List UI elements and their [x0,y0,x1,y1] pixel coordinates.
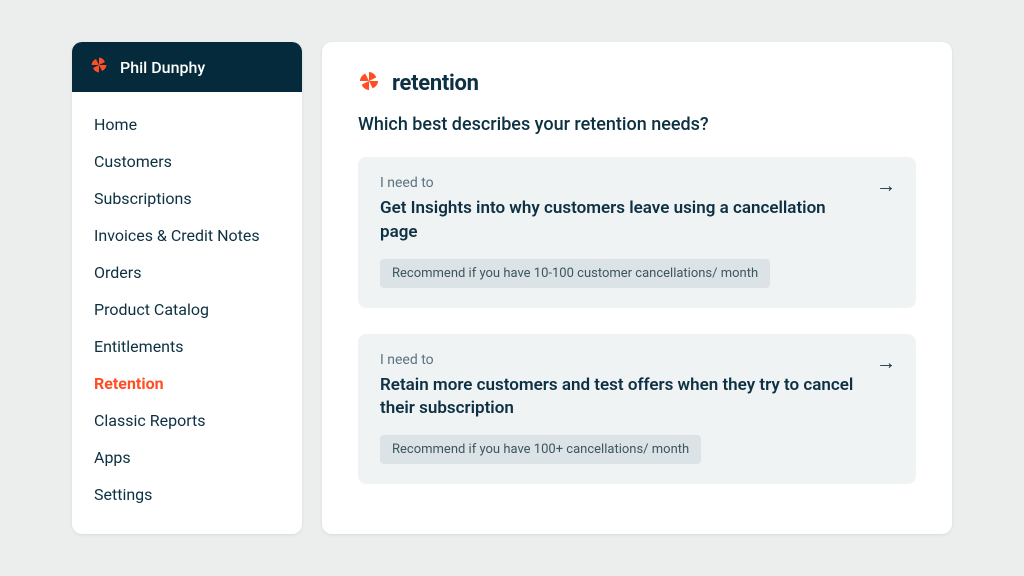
arrow-right-icon: → [876,350,896,375]
card-eyebrow: I need to [380,352,894,368]
sidebar-item-entitlements[interactable]: Entitlements [72,328,302,365]
page-title-row: retention [358,70,916,96]
sidebar-item-customers[interactable]: Customers [72,143,302,180]
sidebar-item-settings[interactable]: Settings [72,476,302,513]
brand-pinwheel-icon [90,56,108,78]
card-title: Get Insights into why customers leave us… [380,197,894,245]
card-recommend-chip: Recommend if you have 10-100 customer ca… [380,259,770,288]
card-recommend-chip: Recommend if you have 100+ cancellations… [380,435,701,464]
sidebar-item-classic-reports[interactable]: Classic Reports [72,402,302,439]
sidebar-nav: Home Customers Subscriptions Invoices & … [72,92,302,527]
sidebar: Phil Dunphy Home Customers Subscriptions… [72,42,302,534]
card-title: Retain more customers and test offers wh… [380,374,894,422]
user-name: Phil Dunphy [120,58,205,77]
retention-option-retain[interactable]: → I need to Retain more customers and te… [358,334,916,485]
sidebar-header: Phil Dunphy [72,42,302,92]
sidebar-item-apps[interactable]: Apps [72,439,302,476]
main-panel: retention Which best describes your rete… [322,42,952,534]
retention-pinwheel-icon [358,70,380,96]
card-eyebrow: I need to [380,175,894,191]
retention-option-insights[interactable]: → I need to Get Insights into why custom… [358,157,916,308]
page-title: retention [392,71,479,96]
sidebar-item-home[interactable]: Home [72,106,302,143]
sidebar-item-orders[interactable]: Orders [72,254,302,291]
sidebar-item-subscriptions[interactable]: Subscriptions [72,180,302,217]
sidebar-item-retention[interactable]: Retention [72,365,302,402]
sidebar-item-invoices[interactable]: Invoices & Credit Notes [72,217,302,254]
sidebar-item-product-catalog[interactable]: Product Catalog [72,291,302,328]
arrow-right-icon: → [876,173,896,198]
page-question: Which best describes your retention need… [358,114,916,135]
